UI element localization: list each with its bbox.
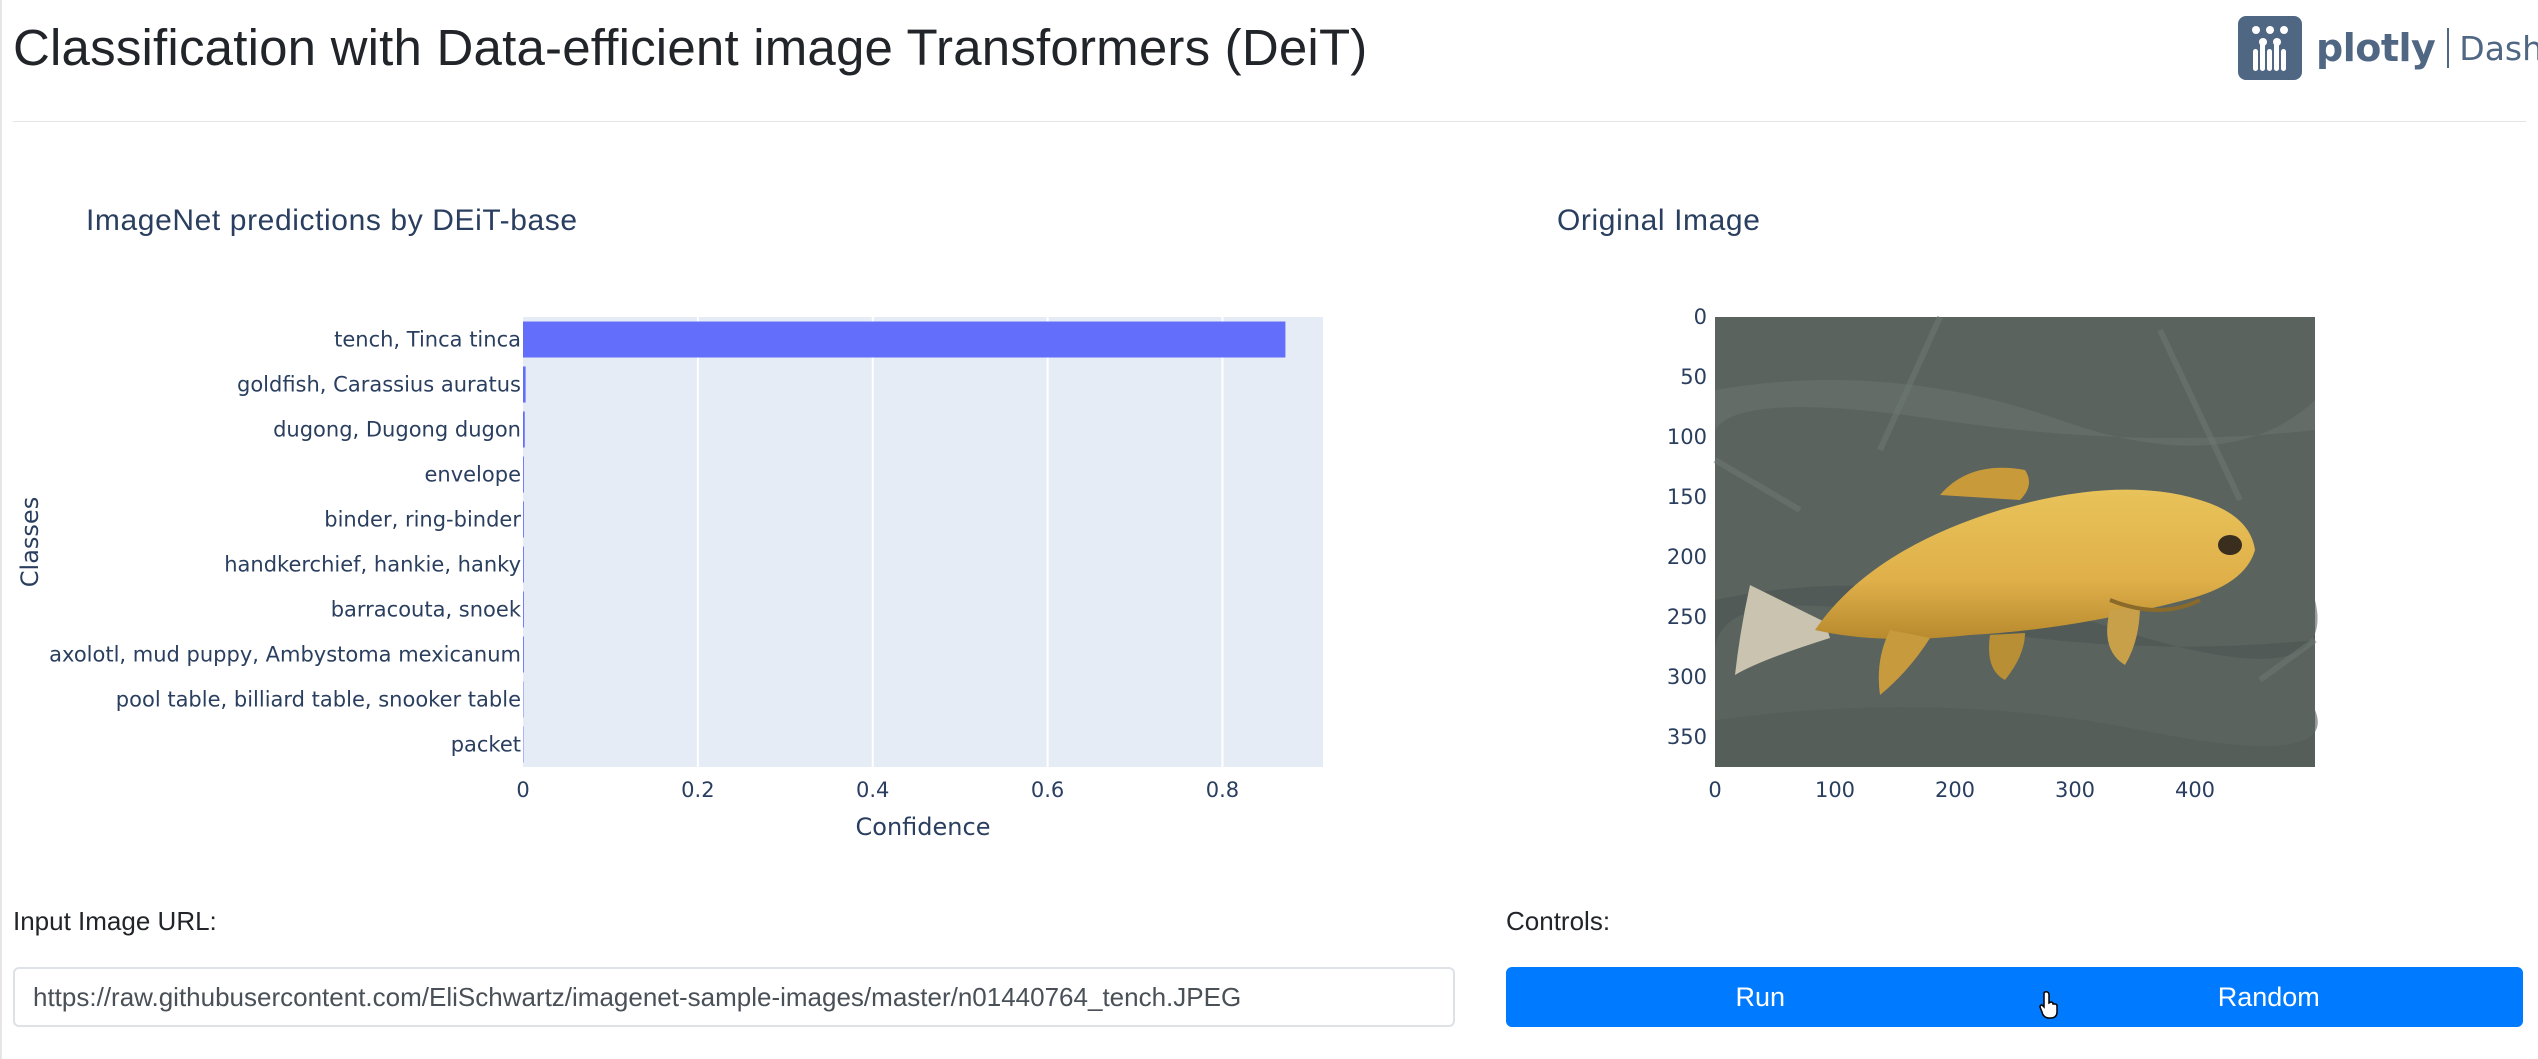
image-y-tick-label: 0 bbox=[1694, 305, 1707, 329]
category-label: envelope bbox=[424, 463, 521, 487]
image-y-ticks: 0 50 100 150 200 250 300 350 bbox=[1667, 305, 1707, 749]
x-axis-title: Confidence bbox=[856, 813, 991, 841]
hand-cursor-icon bbox=[2039, 991, 2058, 1019]
x-tick-label: 0 bbox=[516, 778, 529, 802]
image-y-tick-label: 50 bbox=[1680, 365, 1707, 389]
category-label: packet bbox=[451, 733, 521, 757]
bar[interactable] bbox=[523, 636, 524, 673]
image-chart-title: Original Image bbox=[1557, 204, 1761, 237]
bar[interactable] bbox=[523, 546, 524, 583]
predictions-chart-title: ImageNet predictions by DEiT-base bbox=[86, 204, 578, 237]
header-divider bbox=[13, 121, 2526, 122]
category-labels: tench, Tinca tinca goldfish, Carassius au… bbox=[49, 328, 522, 757]
bar[interactable] bbox=[523, 321, 1286, 358]
bar[interactable] bbox=[523, 411, 525, 448]
category-label: dugong, Dugong dugon bbox=[273, 418, 521, 442]
run-button[interactable]: Run bbox=[1506, 967, 2015, 1027]
image-x-ticks: 0 100 200 300 400 bbox=[1708, 778, 2215, 800]
image-y-tick-label: 100 bbox=[1667, 425, 1707, 449]
bar[interactable] bbox=[523, 456, 524, 493]
image-x-tick-label: 300 bbox=[2055, 778, 2095, 800]
image-x-tick-label: 100 bbox=[1815, 778, 1855, 800]
logo-divider bbox=[2447, 28, 2450, 68]
y-axis-title: Classes bbox=[16, 497, 44, 587]
plotly-dash-logo[interactable]: plotly Dash bbox=[2238, 16, 2538, 80]
category-label: handkerchief, hankie, hanky bbox=[224, 553, 521, 577]
category-label: axolotl, mud puppy, Ambystoma mexicanum bbox=[49, 643, 521, 667]
image-y-tick-label: 200 bbox=[1667, 545, 1707, 569]
image-x-tick-label: 400 bbox=[2175, 778, 2215, 800]
image-y-tick-label: 300 bbox=[1667, 665, 1707, 689]
image-y-tick-label: 150 bbox=[1667, 485, 1707, 509]
image-y-tick-label: 250 bbox=[1667, 605, 1707, 629]
image-y-tick-label: 350 bbox=[1667, 725, 1707, 749]
category-label: barracouta, snoek bbox=[331, 598, 522, 622]
category-label: binder, ring-binder bbox=[324, 508, 521, 532]
x-tick-label: 0.8 bbox=[1206, 778, 1239, 802]
x-tick-label: 0.2 bbox=[681, 778, 714, 802]
x-tick-labels: 0 0.2 0.4 0.6 0.8 bbox=[516, 778, 1239, 802]
x-tick-label: 0.6 bbox=[1031, 778, 1064, 802]
original-image-graph[interactable]: 0 100 200 300 400 0 50 100 150 200 250 300 350 bbox=[1640, 300, 2340, 800]
image-x-tick-label: 200 bbox=[1935, 778, 1975, 800]
predictions-bar-chart[interactable]: tench, Tinca tinca goldfish, Carassius au… bbox=[0, 290, 1360, 850]
controls-label: Controls: bbox=[1506, 906, 1611, 936]
category-label: goldfish, Carassius auratus bbox=[237, 373, 521, 397]
bar[interactable] bbox=[523, 591, 524, 628]
input-url-label: Input Image URL: bbox=[13, 906, 217, 936]
plot-area bbox=[523, 317, 1323, 767]
category-label: tench, Tinca tinca bbox=[334, 328, 521, 352]
bar[interactable] bbox=[523, 501, 524, 538]
image-x-tick-label: 0 bbox=[1708, 778, 1721, 800]
tench-fish-photo bbox=[1713, 315, 2318, 767]
plotly-logo-icon bbox=[2238, 16, 2302, 80]
x-tick-label: 0.4 bbox=[856, 778, 889, 802]
controls-button-group: Run Random bbox=[1506, 967, 2523, 1027]
bar[interactable] bbox=[523, 366, 526, 403]
random-button[interactable]: Random bbox=[2015, 967, 2524, 1027]
category-label: pool table, billiard table, snooker tabl… bbox=[116, 688, 521, 712]
logo-plotly-text: plotly bbox=[2316, 26, 2436, 70]
app-title: Classification with Data-efficient image… bbox=[13, 19, 1368, 76]
image-url-input[interactable] bbox=[13, 967, 1455, 1027]
logo-dash-text: Dash bbox=[2459, 28, 2538, 68]
